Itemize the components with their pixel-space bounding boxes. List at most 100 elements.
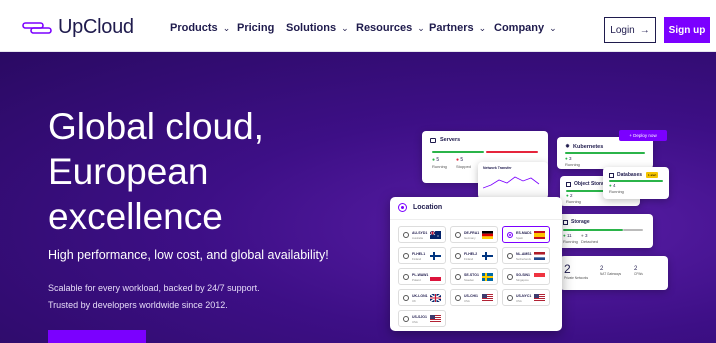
nav-pricing[interactable]: Pricing — [237, 22, 274, 34]
nav-company-label: Company — [494, 22, 545, 34]
us-flag-icon — [534, 294, 545, 302]
servers-title: Servers — [440, 137, 461, 143]
login-button[interactable]: Login → — [604, 17, 656, 43]
es-flag-icon — [534, 231, 545, 239]
kubernetes-label: Running — [565, 162, 580, 167]
radio-icon — [403, 232, 409, 238]
location-city: USA — [464, 299, 470, 303]
radio-icon — [455, 253, 461, 259]
alert-badge: 1 alert — [646, 172, 659, 178]
running-dot-icon: ● — [432, 157, 436, 163]
location-city: Sweden — [464, 278, 475, 282]
location-code: NL-AMS1 — [516, 252, 532, 256]
de-flag-icon — [482, 231, 493, 239]
location-picker-card: Location AU-SYD1 Australia DE-FRA1 Germany E… — [390, 197, 562, 331]
chevron-down-icon: ⌄ — [222, 22, 231, 33]
nav-solutions[interactable]: Solutions ⌄ — [286, 22, 349, 34]
network-counts-card: 2 Private Networks 2 NAT Gateways 2 CFWs — [560, 256, 668, 290]
nav-products[interactable]: Products ⌄ — [170, 22, 230, 34]
radio-icon — [455, 295, 461, 301]
radio-icon — [455, 232, 461, 238]
radio-icon — [403, 274, 409, 280]
location-code: ES-MAD1 — [516, 231, 532, 235]
us-flag-icon — [482, 294, 493, 302]
nat-gateways-stat: 2 NAT Gateways — [600, 266, 621, 276]
hero-title-line2: European — [48, 151, 209, 192]
location-option-fi-hel1[interactable]: FI-HEL1 Finland — [398, 247, 446, 264]
location-city: Poland — [412, 278, 421, 282]
fi-flag-icon — [430, 252, 441, 260]
nav-company[interactable]: Company ⌄ — [494, 22, 557, 34]
location-city: Finland — [464, 257, 474, 261]
nav-partners[interactable]: Partners ⌄ — [429, 22, 486, 34]
storage-running-value: 11 — [566, 233, 572, 238]
location-option-us-chi1[interactable]: US-CHI1 USA — [450, 289, 498, 306]
location-option-us-nyc1[interactable]: US-NYC1 USA — [502, 289, 550, 306]
location-code: US-CHI1 — [464, 294, 479, 298]
location-code: UK-LON1 — [412, 294, 428, 298]
location-option-uk-lon1[interactable]: UK-LON1 UK — [398, 289, 446, 306]
running-dot-icon: ● — [563, 233, 566, 238]
hero-title-line3: excellence — [48, 196, 223, 237]
brand-name: UpCloud — [58, 16, 134, 38]
location-option-pl-waw1[interactable]: PL-WAW1 Poland — [398, 268, 446, 285]
network-chart — [483, 176, 540, 189]
sg-flag-icon — [534, 273, 545, 281]
location-code: US-SJO1 — [412, 315, 427, 319]
hero-description-line2: Trusted by developers worldwide since 20… — [48, 300, 228, 310]
location-city: USA — [412, 320, 418, 324]
location-header: Location — [398, 203, 442, 212]
servers-stopped-label: Stopped — [456, 164, 471, 169]
location-option-fi-hel2[interactable]: FI-HEL2 Finland — [450, 247, 498, 264]
storage-detached-count: ● 3 — [581, 233, 588, 238]
location-option-nl-ams1[interactable]: NL-AMS1 Netherlands — [502, 247, 550, 264]
running-dot-icon: ● — [565, 156, 568, 161]
location-option-se-sto1[interactable]: SE-STO1 Sweden — [450, 268, 498, 285]
location-code: FI-HEL1 — [412, 252, 426, 256]
pl-flag-icon — [430, 273, 441, 281]
hero-description-line1: Scalable for every workload, backed by 2… — [48, 283, 260, 293]
storage-running-bar — [563, 229, 623, 231]
location-option-es-mad1[interactable]: ES-MAD1 Spain — [502, 226, 550, 243]
nat-gateways-label: NAT Gateways — [600, 272, 622, 276]
hero-cta-button[interactable] — [48, 330, 146, 343]
deploy-now-button[interactable]: + Deploy now — [619, 130, 667, 141]
signup-button[interactable]: Sign up — [664, 17, 710, 43]
servers-stopped-count: ● 5 — [456, 157, 463, 163]
databases-label: Running — [609, 189, 624, 194]
servers-running-count: ● 5 — [432, 157, 439, 163]
location-option-sg-sin1[interactable]: SG-SIN1 Singapore — [502, 268, 550, 285]
upcloud-logo[interactable]: UpCloud — [22, 16, 134, 39]
nav-solutions-label: Solutions — [286, 22, 337, 34]
radio-icon — [507, 232, 513, 238]
object-storage-icon — [566, 181, 571, 187]
storage-card: Storage ● 11 Running ● 3 Detached — [557, 214, 653, 248]
nav-resources[interactable]: Resources ⌄ — [356, 22, 425, 34]
location-option-de-fra1[interactable]: DE-FRA1 Germany — [450, 226, 498, 243]
storage-running-label: Running — [563, 239, 578, 244]
location-code: SG-SIN1 — [516, 273, 531, 277]
radio-icon — [507, 274, 513, 280]
detached-dot-icon: ● — [581, 233, 584, 238]
storage-detached-label: Detached — [581, 239, 599, 244]
location-option-us-sjo1[interactable]: US-SJO1 USA — [398, 310, 446, 327]
databases-count-value: 4 — [612, 183, 616, 188]
cfws-stat: 2 CFWs — [634, 266, 643, 276]
hero-subtitle: High performance, low cost, and global a… — [48, 248, 329, 262]
location-city: Australia — [412, 236, 423, 240]
au-flag-icon — [430, 231, 441, 239]
kubernetes-icon: ✸ — [565, 144, 571, 150]
private-networks-value: 2 — [564, 262, 571, 276]
databases-title: Databases — [617, 172, 643, 178]
location-title: Location — [413, 204, 443, 211]
location-city: Finland — [412, 257, 422, 261]
hero-description: Scalable for every workload, backed by 2… — [48, 280, 260, 314]
databases-count: ● 4 — [609, 183, 616, 188]
running-dot-icon: ● — [566, 193, 569, 198]
servers-stopped-bar — [486, 151, 538, 153]
location-city: USA — [516, 299, 522, 303]
nav-products-label: Products — [170, 22, 218, 34]
storage-title: Storage — [571, 219, 590, 225]
location-option-au-syd1[interactable]: AU-SYD1 Australia — [398, 226, 446, 243]
location-icon — [398, 203, 407, 212]
